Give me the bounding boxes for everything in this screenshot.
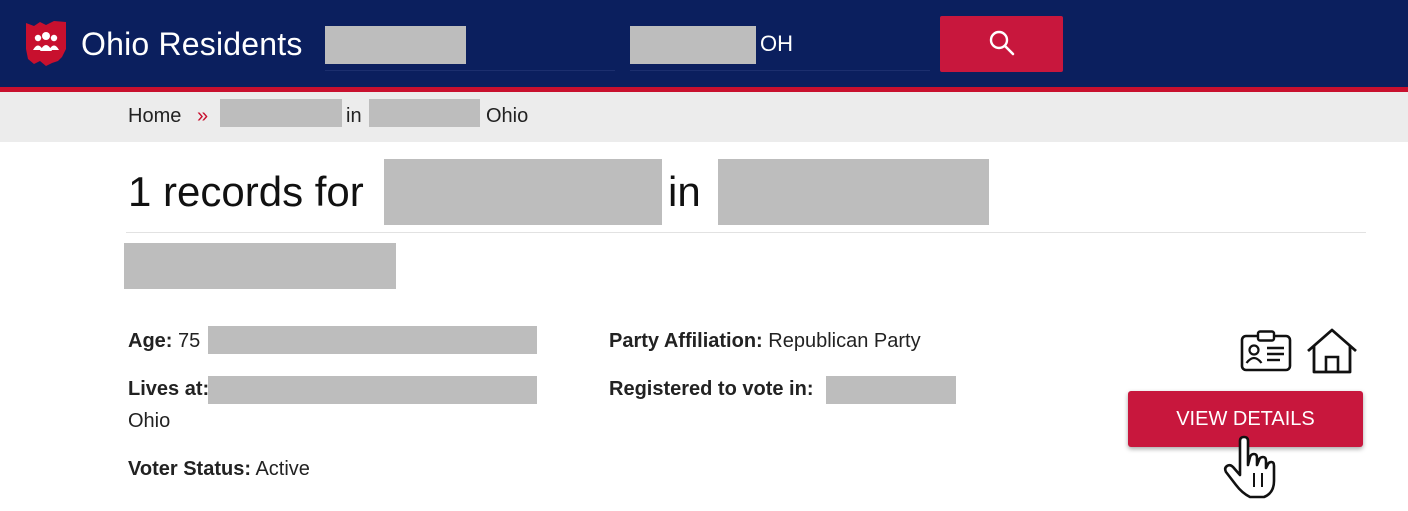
registered-to-vote-label: Registered to vote in: <box>609 378 814 400</box>
breadcrumb-state: Ohio <box>486 105 529 127</box>
redacted-registered-location <box>826 376 956 404</box>
state-field-value[interactable]: OH <box>760 31 793 57</box>
hand-pointer-icon <box>1223 435 1276 499</box>
party-affiliation-value: Republican Party <box>768 330 921 352</box>
lives-at-state: Ohio <box>128 410 171 432</box>
age-field: Age: 75 <box>128 330 200 353</box>
party-affiliation-label: Party Affiliation: <box>609 330 763 352</box>
name-search-input[interactable] <box>325 24 615 71</box>
party-affiliation-field: Party Affiliation: Republican Party <box>609 330 921 353</box>
voter-status-label: Voter Status: <box>128 458 251 480</box>
id-card-icon[interactable] <box>1240 330 1292 372</box>
redacted-title-city <box>718 159 989 225</box>
ohio-people-logo-icon[interactable] <box>24 19 68 67</box>
redacted-record-name[interactable] <box>124 243 396 289</box>
redacted-breadcrumb-city[interactable] <box>369 99 480 127</box>
redacted-address <box>208 376 537 404</box>
redacted-name-value <box>325 26 466 64</box>
house-icon[interactable] <box>1305 327 1359 375</box>
age-label: Age: <box>128 330 173 352</box>
voter-status-value: Active <box>255 458 310 480</box>
redacted-city-value <box>630 26 756 64</box>
redacted-age-detail <box>208 326 537 354</box>
breadcrumb-home-link[interactable]: Home <box>128 105 181 128</box>
page-title-in-word: in <box>668 168 701 215</box>
breadcrumb-in-word: in <box>346 105 362 127</box>
site-header: Ohio Residents OH <box>0 0 1408 92</box>
search-icon <box>989 30 1014 55</box>
title-divider <box>126 232 1366 233</box>
search-button[interactable] <box>940 16 1063 72</box>
voter-status-field: Voter Status: Active <box>128 458 310 481</box>
lives-at-label: Lives at: <box>128 378 210 400</box>
age-value: 75 <box>178 330 201 352</box>
breadcrumb: Home » in Ohio <box>0 92 1408 142</box>
page-title: 1 records for <box>128 168 364 215</box>
breadcrumb-separator: » <box>197 105 209 127</box>
site-brand-title[interactable]: Ohio Residents <box>81 26 303 63</box>
redacted-title-name <box>384 159 662 225</box>
redacted-breadcrumb-name[interactable] <box>220 99 342 127</box>
